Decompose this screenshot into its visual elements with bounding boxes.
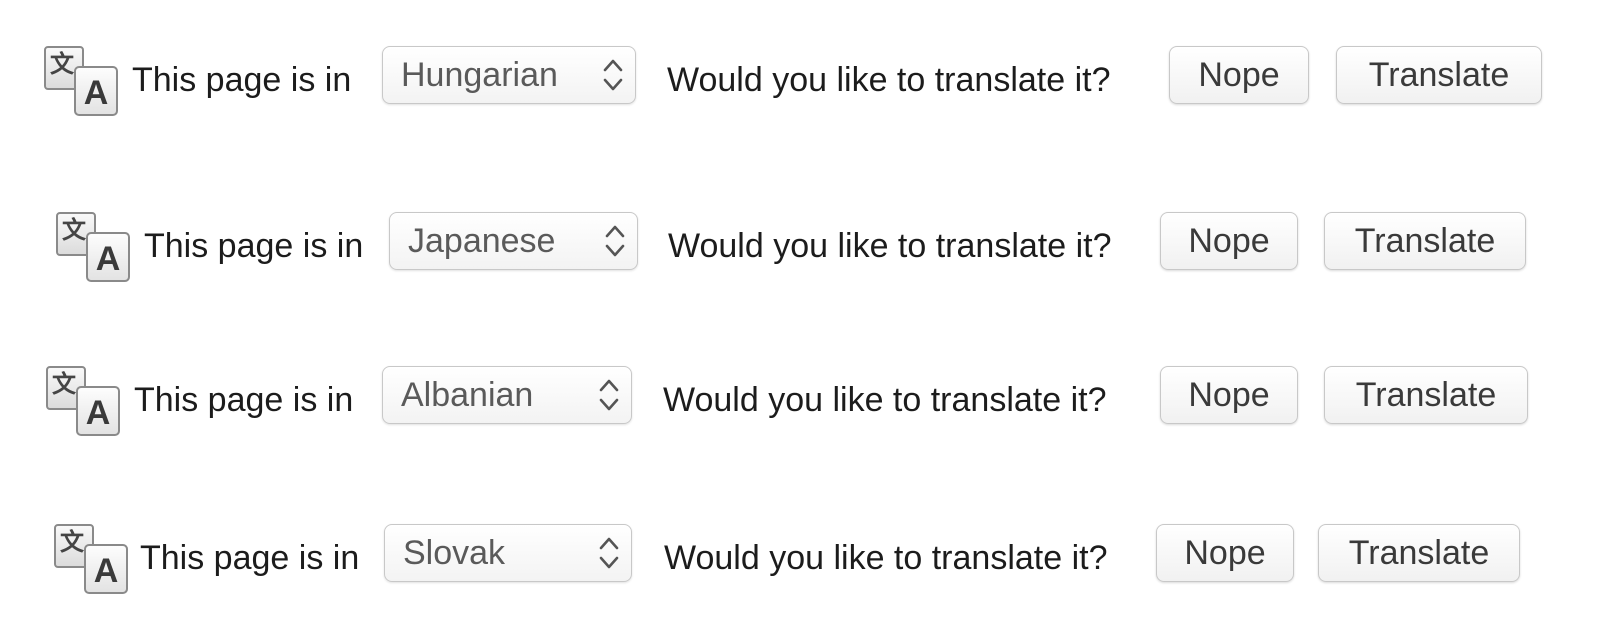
language-select[interactable]: Japanese xyxy=(389,212,638,270)
nope-button[interactable]: Nope xyxy=(1156,524,1294,582)
language-select-value: Hungarian xyxy=(401,56,558,94)
translate-bar-slovak: 文 A This page is in Slovak Would you lik… xyxy=(54,524,1604,594)
page-language-prefix: This page is in xyxy=(134,381,354,419)
translate-question: Would you like to translate it? xyxy=(664,539,1108,577)
translate-icon-front-glyph: A xyxy=(85,394,111,432)
language-select[interactable]: Albanian xyxy=(382,366,632,424)
translate-icon-front-tile: A xyxy=(84,544,128,594)
language-select-value: Slovak xyxy=(403,534,506,572)
translate-icon: 文 A xyxy=(46,366,124,440)
chevron-up-down-icon xyxy=(605,225,625,257)
translate-icon-back-glyph: 文 xyxy=(50,50,74,78)
chevron-up-down-icon xyxy=(603,59,623,91)
translate-icon-front-glyph: A xyxy=(95,240,121,278)
translate-button[interactable]: Translate xyxy=(1324,212,1526,270)
page-language-prefix: This page is in xyxy=(132,61,352,99)
translate-icon-front-tile: A xyxy=(74,66,118,116)
translate-icon-front-tile: A xyxy=(76,386,120,436)
translate-button[interactable]: Translate xyxy=(1324,366,1528,424)
translate-icon-front-tile: A xyxy=(86,232,130,282)
page-language-prefix: This page is in xyxy=(140,539,360,577)
nope-button[interactable]: Nope xyxy=(1169,46,1309,104)
translate-bar-albanian: 文 A This page is in Albanian Would you l… xyxy=(46,366,1601,436)
translate-question: Would you like to translate it? xyxy=(667,61,1111,99)
translate-button[interactable]: Translate xyxy=(1318,524,1520,582)
language-select-value: Japanese xyxy=(408,222,556,260)
chevron-up-down-icon xyxy=(599,379,619,411)
nope-button[interactable]: Nope xyxy=(1160,212,1298,270)
translate-icon-front-glyph: A xyxy=(83,74,109,112)
translate-icon-back-glyph: 文 xyxy=(60,528,84,556)
translate-bar-hungarian: 文 A This page is in Hungarian Would you … xyxy=(44,46,1604,116)
translate-icon: 文 A xyxy=(44,46,122,120)
nope-button[interactable]: Nope xyxy=(1160,366,1298,424)
translate-question: Would you like to translate it? xyxy=(668,227,1112,265)
translate-icon-front-glyph: A xyxy=(93,552,119,590)
translate-icon-back-glyph: 文 xyxy=(52,370,76,398)
translate-icon-back-glyph: 文 xyxy=(62,216,86,244)
translate-bar-japanese: 文 A This page is in Japanese Would you l… xyxy=(56,212,1601,282)
translate-question: Would you like to translate it? xyxy=(663,381,1107,419)
translate-icon: 文 A xyxy=(56,212,134,286)
language-select-value: Albanian xyxy=(401,376,534,414)
chevron-up-down-icon xyxy=(599,537,619,569)
language-select[interactable]: Hungarian xyxy=(382,46,636,104)
language-select[interactable]: Slovak xyxy=(384,524,632,582)
translate-button[interactable]: Translate xyxy=(1336,46,1542,104)
page-language-prefix: This page is in xyxy=(144,227,364,265)
translate-icon: 文 A xyxy=(54,524,132,598)
